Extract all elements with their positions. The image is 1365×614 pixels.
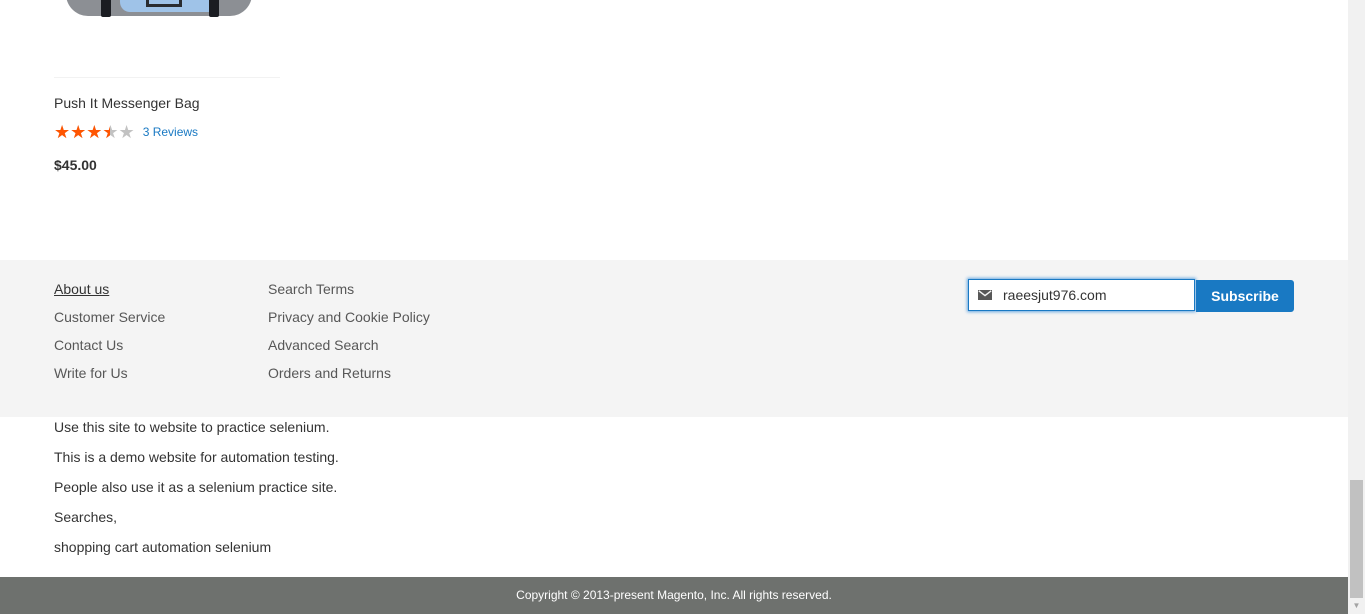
scrollbar-thumb[interactable] bbox=[1350, 480, 1363, 598]
product-image[interactable] bbox=[54, 0, 280, 78]
product-name-link[interactable]: Push It Messenger Bag bbox=[54, 95, 200, 111]
footer-link-orders-returns[interactable]: Orders and Returns bbox=[268, 365, 391, 381]
footer-link-contact-us[interactable]: Contact Us bbox=[54, 337, 123, 353]
site-text-line: Use this site to website to practice sel… bbox=[54, 419, 330, 435]
footer-link-item: Advanced Search bbox=[268, 334, 430, 362]
vertical-scrollbar[interactable]: ▼ bbox=[1348, 0, 1365, 614]
site-description: Use this site to website to practice sel… bbox=[54, 417, 339, 567]
scroll-down-arrow-icon[interactable]: ▼ bbox=[1348, 597, 1365, 614]
envelope-icon bbox=[978, 290, 992, 300]
footer-link-item: Write for Us bbox=[54, 362, 165, 390]
footer-link-about-us[interactable]: About us bbox=[54, 281, 109, 297]
copyright-bar: Copyright © 2013-present Magento, Inc. A… bbox=[0, 577, 1348, 614]
footer-links-column-2: Search Terms Privacy and Cookie Policy A… bbox=[268, 278, 430, 390]
product-image-divider bbox=[54, 77, 280, 78]
rating-stars-filled: ★★★★★ bbox=[54, 122, 110, 142]
product-rating: ★★★★★ ★★★★★ 3 Reviews bbox=[54, 122, 198, 142]
footer-link-privacy-policy[interactable]: Privacy and Cookie Policy bbox=[268, 309, 430, 325]
rating-stars-icon: ★★★★★ ★★★★★ bbox=[54, 122, 135, 142]
footer-links-column-1: About us Customer Service Contact Us Wri… bbox=[54, 278, 165, 390]
bag-buckle-shape bbox=[146, 0, 182, 7]
newsletter-email-field[interactable] bbox=[968, 279, 1195, 311]
site-text-line: People also use it as a selenium practic… bbox=[54, 479, 338, 495]
footer-link-item: Search Terms bbox=[268, 278, 430, 306]
site-text-line: Searches, bbox=[54, 509, 118, 525]
footer: About us Customer Service Contact Us Wri… bbox=[0, 260, 1348, 417]
footer-link-item: Customer Service bbox=[54, 306, 165, 334]
footer-link-item: About us bbox=[54, 278, 165, 306]
reviews-link[interactable]: 3 Reviews bbox=[143, 125, 198, 139]
product-price: $45.00 bbox=[54, 157, 97, 173]
bag-strap-right bbox=[209, 0, 219, 17]
site-text-line: shopping cart automation selenium bbox=[54, 539, 272, 555]
footer-link-advanced-search[interactable]: Advanced Search bbox=[268, 337, 379, 353]
subscribe-button[interactable]: Subscribe bbox=[1196, 280, 1294, 312]
footer-link-search-terms[interactable]: Search Terms bbox=[268, 281, 354, 297]
bag-strap-left bbox=[101, 0, 111, 17]
newsletter-email-input[interactable] bbox=[1003, 280, 1188, 310]
footer-link-customer-service[interactable]: Customer Service bbox=[54, 309, 165, 325]
footer-link-item: Orders and Returns bbox=[268, 362, 430, 390]
footer-link-item: Privacy and Cookie Policy bbox=[268, 306, 430, 334]
footer-link-write-for-us[interactable]: Write for Us bbox=[54, 365, 128, 381]
site-text-line: This is a demo website for automation te… bbox=[54, 449, 339, 465]
footer-link-item: Contact Us bbox=[54, 334, 165, 362]
page: Push It Messenger Bag ★★★★★ ★★★★★ 3 Revi… bbox=[0, 0, 1348, 614]
